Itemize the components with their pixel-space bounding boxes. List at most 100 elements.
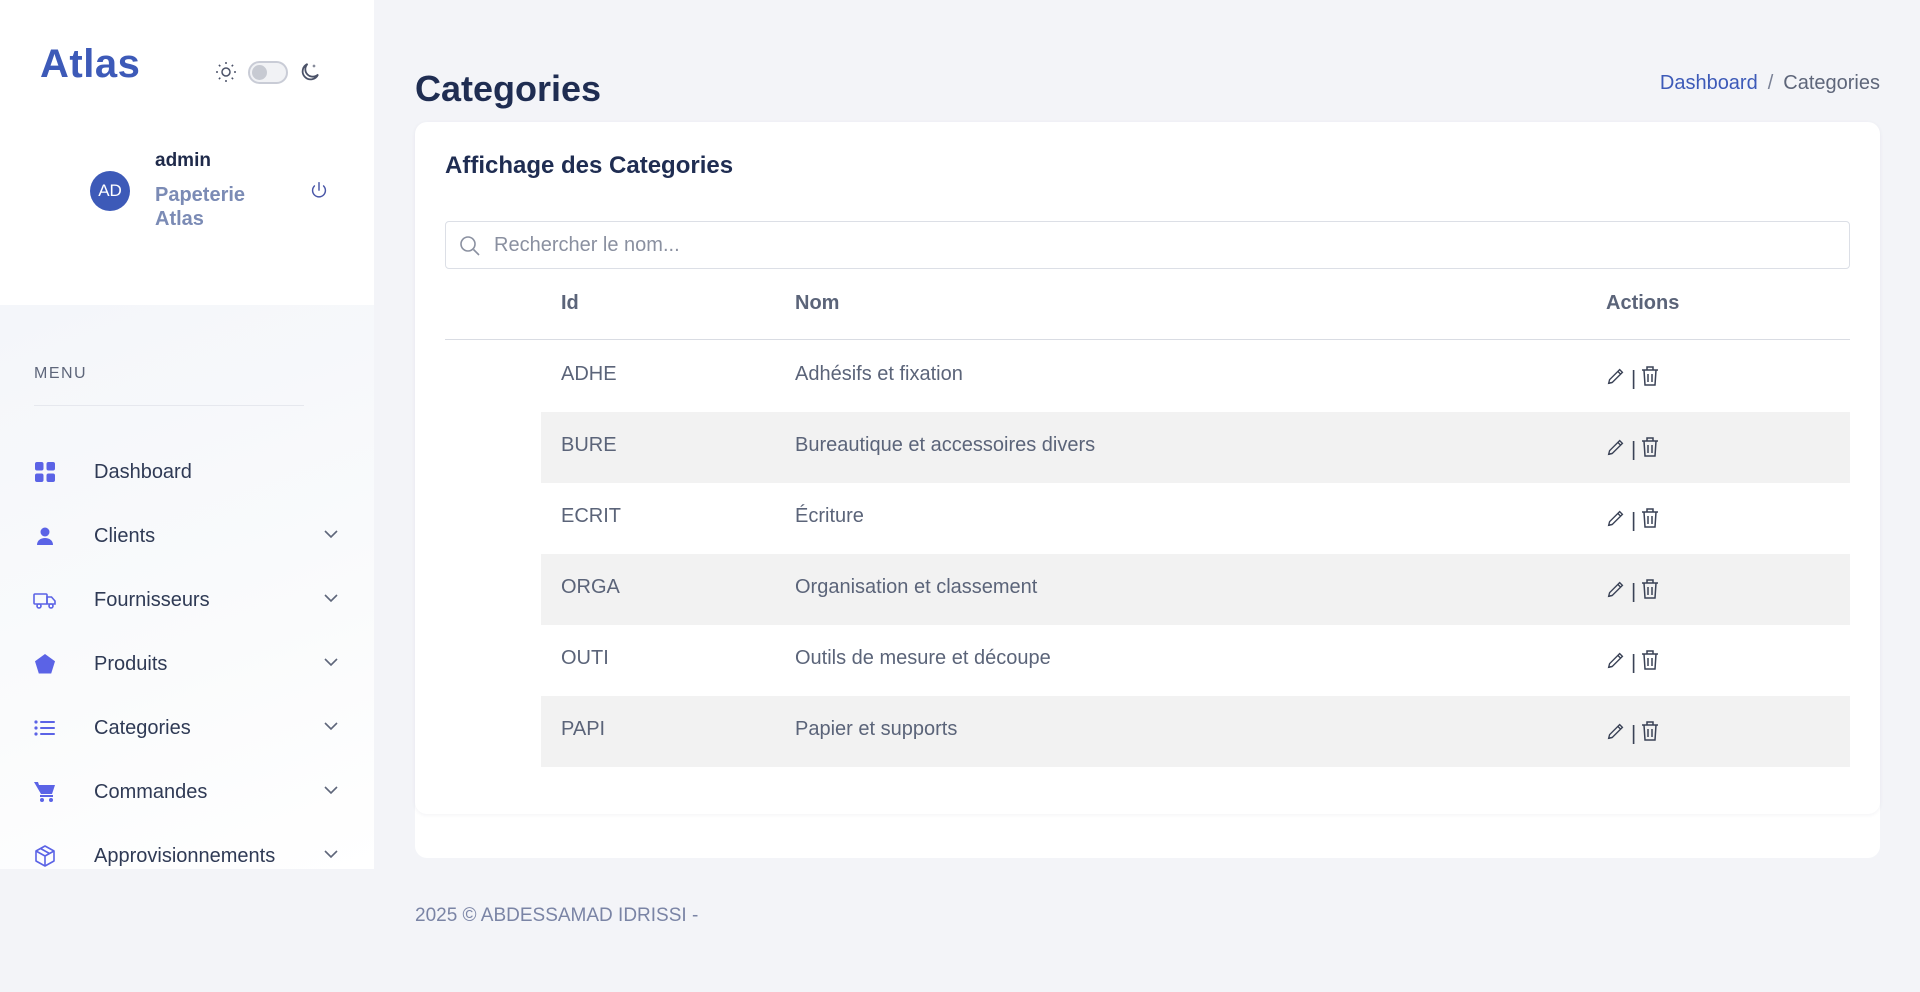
sidebar-item-clients[interactable]: Clients — [0, 510, 374, 562]
avatar[interactable]: AD — [90, 171, 130, 211]
grid-icon — [33, 460, 57, 484]
cell-id: ADHE — [561, 363, 617, 385]
sidebar-item-label: Produits — [94, 652, 168, 675]
delete-trash-icon[interactable] — [1640, 578, 1660, 606]
row-actions: | — [1605, 649, 1660, 677]
action-separator: | — [1631, 722, 1637, 745]
theme-switch — [214, 60, 322, 84]
list-icon — [33, 716, 57, 740]
sidebar-item-label: Commandes — [94, 780, 208, 803]
theme-toggle[interactable] — [248, 60, 288, 84]
sidebar-item-label: Fournisseurs — [94, 588, 210, 611]
row-actions: | — [1605, 436, 1660, 464]
cell-id: OUTI — [561, 647, 609, 669]
sidebar-item-categories[interactable]: Categories — [0, 702, 374, 754]
breadcrumb-dashboard-link[interactable]: Dashboard — [1660, 72, 1758, 95]
chevron-down-icon[interactable] — [322, 589, 340, 612]
sun-icon[interactable] — [214, 60, 238, 84]
edit-pencil-icon[interactable] — [1605, 436, 1627, 464]
cell-nom: Adhésifs et fixation — [795, 363, 963, 385]
sidebar-item-approvisionnements[interactable]: Approvisionnements — [0, 830, 374, 882]
row-actions: | — [1605, 578, 1660, 606]
action-separator: | — [1631, 438, 1637, 461]
cell-nom: Organisation et classement — [795, 576, 1038, 598]
delete-trash-icon[interactable] — [1640, 365, 1660, 393]
action-separator: | — [1631, 651, 1637, 674]
breadcrumb-separator: / — [1767, 72, 1774, 94]
logout-power-icon[interactable] — [308, 180, 330, 207]
categories-table: Id Nom Actions ADHE Adhésifs et fixation… — [445, 270, 1850, 767]
pentagon-icon — [33, 652, 57, 676]
action-separator: | — [1631, 580, 1637, 603]
cell-id: PAPI — [561, 718, 606, 740]
toggle-knob — [252, 64, 267, 80]
chevron-down-icon[interactable] — [322, 845, 340, 868]
column-header-nom[interactable]: Nom — [795, 292, 839, 315]
chevron-down-icon[interactable] — [322, 717, 340, 740]
table-row: ORGA Organisation et classement | — [541, 554, 1850, 625]
table-row: OUTI Outils de mesure et découpe | — [541, 625, 1850, 696]
categories-card: Affichage des Categories Id Nom Actions … — [415, 122, 1880, 814]
delete-trash-icon[interactable] — [1640, 649, 1660, 677]
search-box — [445, 221, 1850, 269]
row-actions: | — [1605, 507, 1660, 535]
sidebar-item-fournisseurs[interactable]: Fournisseurs — [0, 574, 374, 626]
brand-logo[interactable]: Atlas — [40, 42, 140, 87]
chevron-down-icon[interactable] — [322, 653, 340, 676]
search-icon — [458, 234, 482, 263]
sidebar-item-label: Approvisionnements — [94, 844, 276, 867]
chevron-down-icon[interactable] — [322, 525, 340, 548]
breadcrumb-current: Categories — [1783, 72, 1880, 94]
sidebar-item-label: Categories — [94, 716, 191, 739]
search-input[interactable] — [494, 222, 1834, 268]
column-header-id[interactable]: Id — [561, 292, 579, 315]
edit-pencil-icon[interactable] — [1605, 578, 1627, 606]
cell-nom: Papier et supports — [795, 718, 958, 740]
table-header: Id Nom Actions — [445, 270, 1850, 340]
cell-id: ORGA — [561, 576, 620, 598]
sidebar-item-label: Clients — [94, 524, 156, 547]
sidebar: Atlas AD admin Papeterie Atlas MENU Dash… — [0, 0, 374, 869]
action-separator: | — [1631, 367, 1637, 390]
cell-nom: Bureautique et accessoires divers — [795, 434, 1096, 456]
user-organization: Papeterie Atlas — [155, 184, 246, 230]
sidebar-item-label: Dashboard — [94, 460, 192, 483]
user-name: admin — [155, 150, 211, 171]
table-row: PAPI Papier et supports | — [541, 696, 1850, 767]
edit-pencil-icon[interactable] — [1605, 720, 1627, 748]
edit-pencil-icon[interactable] — [1605, 365, 1627, 393]
moon-icon[interactable] — [298, 60, 322, 84]
cell-nom: Écriture — [795, 505, 864, 527]
delete-trash-icon[interactable] — [1640, 720, 1660, 748]
cell-id: BURE — [561, 434, 617, 456]
sidebar-item-produits[interactable]: Produits — [0, 638, 374, 690]
edit-pencil-icon[interactable] — [1605, 649, 1627, 677]
row-actions: | — [1605, 365, 1660, 393]
truck-icon — [33, 588, 57, 612]
table-row: ECRIT Écriture | — [541, 483, 1850, 554]
column-header-actions: Actions — [1606, 292, 1680, 314]
user-icon — [33, 524, 57, 548]
table-row: BURE Bureautique et accessoires divers | — [541, 412, 1850, 483]
sidebar-header: Atlas AD admin Papeterie Atlas — [0, 0, 374, 305]
cart-icon — [33, 780, 57, 804]
cell-nom: Outils de mesure et découpe — [795, 647, 1051, 669]
card-title: Affichage des Categories — [445, 152, 734, 179]
box-icon — [33, 844, 57, 868]
chevron-down-icon[interactable] — [322, 781, 340, 804]
action-separator: | — [1631, 509, 1637, 532]
sidebar-item-dashboard[interactable]: Dashboard — [0, 446, 374, 498]
edit-pencil-icon[interactable] — [1605, 507, 1627, 535]
sidebar-menu: MENU Dashboard Clients Fournisseurs Prod… — [0, 305, 374, 869]
cell-id: ECRIT — [561, 505, 621, 527]
delete-trash-icon[interactable] — [1640, 507, 1660, 535]
table-row: ADHE Adhésifs et fixation | — [541, 341, 1850, 412]
footer-copyright: 2025 © ABDESSAMAD IDRISSI - — [415, 905, 699, 926]
row-actions: | — [1605, 720, 1660, 748]
page-title: Categories — [415, 68, 602, 109]
menu-divider — [34, 405, 304, 406]
menu-section-title: MENU — [34, 365, 88, 382]
delete-trash-icon[interactable] — [1640, 436, 1660, 464]
sidebar-item-commandes[interactable]: Commandes — [0, 766, 374, 818]
breadcrumb: Dashboard / Categories — [1660, 72, 1880, 95]
